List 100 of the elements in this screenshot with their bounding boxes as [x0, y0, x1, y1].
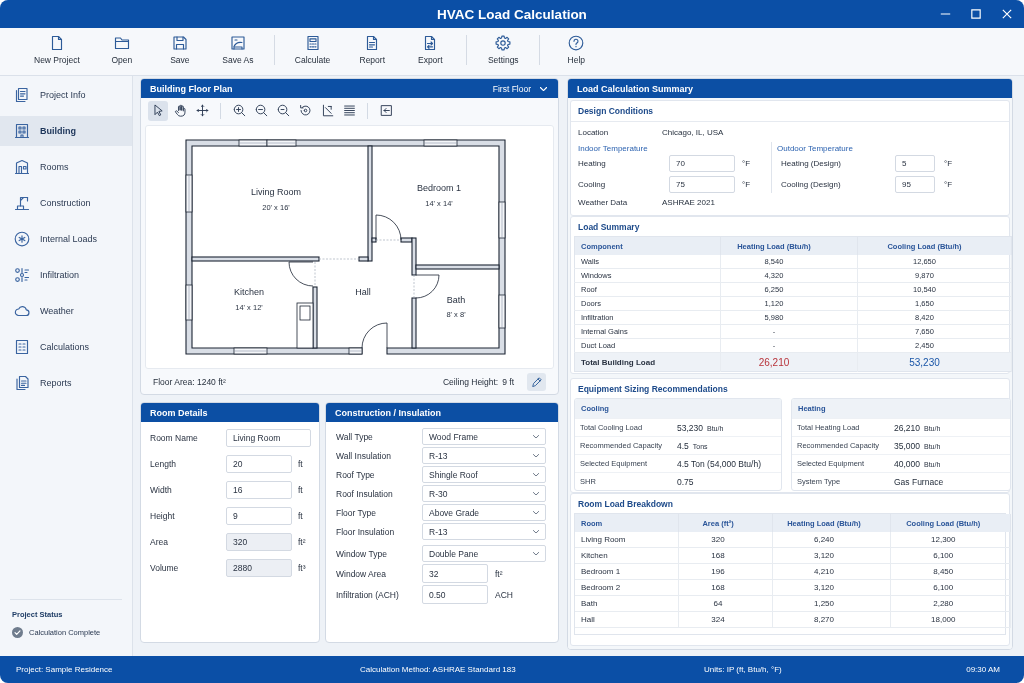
table-cell: 8,270	[772, 611, 890, 628]
chevron-icon	[533, 551, 539, 556]
dropdown[interactable]: Wood Frame	[422, 428, 546, 445]
check-circle-icon	[12, 627, 23, 638]
sidebar-item[interactable]: Weather	[0, 296, 132, 326]
input-field[interactable]: 0.50	[422, 585, 488, 604]
grid-list-icon	[14, 339, 30, 355]
table-cell: Hall	[575, 611, 678, 628]
unit-label: ft	[298, 511, 303, 521]
sidebar-item[interactable]: Internal Loads	[0, 224, 132, 254]
input-field[interactable]: 95	[895, 176, 935, 193]
table-cell: Bedroom 2	[575, 579, 678, 596]
toolbar-button[interactable]: Export	[408, 34, 453, 65]
input-field[interactable]: 20	[226, 455, 292, 473]
sidebar-item[interactable]: Calculations	[0, 332, 132, 362]
input-field[interactable]: 32	[422, 564, 488, 583]
unit-label: ft	[298, 459, 303, 469]
field-label: Floor Type	[336, 507, 377, 518]
group-title: Outdoor Temperature	[777, 142, 854, 154]
field-value: 4.5	[677, 440, 689, 451]
clock-text: 09:30 AM	[966, 665, 1000, 674]
dropdown[interactable]: Shingle Roof	[422, 466, 546, 483]
unit-label: ft³	[298, 563, 306, 573]
table-cell: 8,450	[890, 563, 1011, 580]
sidebar-item[interactable]: Project Info	[0, 80, 132, 110]
dropdown[interactable]: Above Grade	[422, 504, 546, 521]
field-value: 40,000	[894, 458, 920, 469]
zoom-out-icon	[276, 104, 290, 117]
input-field[interactable]: 16	[226, 481, 292, 499]
sidebar-item[interactable]: Rooms	[0, 152, 132, 182]
rotate-icon	[298, 104, 312, 117]
zoom-in-icon	[232, 104, 246, 117]
toolbar-button[interactable]: Save As	[215, 34, 260, 65]
dropdown[interactable]: R-13	[422, 447, 546, 464]
room-label: Bath	[446, 294, 466, 305]
help-icon	[568, 34, 585, 51]
ceiling-height-value: 9 ft	[502, 376, 514, 387]
field-label: Infiltration (ACH)	[336, 589, 400, 600]
table-cell: 4,210	[772, 563, 890, 580]
field-value: 26,210	[894, 422, 920, 433]
field-label: Floor Insulation	[336, 526, 396, 537]
input-field[interactable]: Living Room	[226, 429, 311, 447]
window-title: HVAC Load Calculation	[437, 6, 587, 22]
floor-dropdown[interactable]: First Floor	[490, 83, 549, 94]
sidebar-item[interactable]: Reports	[0, 368, 132, 398]
sidebar-item[interactable]: Building	[0, 116, 132, 146]
room-label: Living Room	[251, 186, 301, 197]
input-field[interactable]: 75	[669, 176, 735, 193]
edit-button[interactable]	[527, 372, 546, 391]
field-label: Location	[578, 127, 610, 137]
chevron-icon	[533, 453, 539, 458]
toolbar-button[interactable]: Open	[99, 34, 144, 65]
dropdown[interactable]: R-13	[422, 523, 546, 540]
ceiling-height-label: Ceiling Height:	[442, 376, 499, 387]
hand-icon	[173, 104, 187, 117]
field-value: Gas Furnace	[894, 476, 944, 487]
unit-label: ft²	[495, 568, 503, 579]
field-label: Roof Insulation	[336, 488, 394, 499]
toolbar-button[interactable]: Save	[157, 34, 202, 65]
dots-lines-icon	[14, 267, 30, 283]
field-label: Height	[150, 511, 176, 521]
toolbar-button[interactable]: Help	[554, 34, 599, 65]
toolbar-button[interactable]: Report	[350, 34, 395, 65]
sidebar-item[interactable]: Construction	[0, 188, 132, 218]
toolbar-button[interactable]: Settings	[481, 34, 526, 65]
field-value: ASHRAE 2021	[662, 197, 715, 207]
input-field[interactable]: 70	[669, 155, 735, 172]
field-label: Width	[150, 485, 173, 495]
tool-button[interactable]	[148, 100, 168, 121]
table-cell: 18,000	[890, 611, 1011, 628]
settings-icon	[495, 34, 512, 51]
room-label: Hall	[355, 286, 371, 297]
toolbar-button[interactable]: Calculate	[288, 34, 337, 65]
toolbar-button[interactable]: New Project	[28, 34, 86, 65]
house-icon	[14, 159, 30, 175]
dropdown[interactable]: Double Pane	[422, 545, 546, 562]
table-cell: Bedroom 1	[575, 563, 678, 580]
table-cell: 3,120	[772, 547, 890, 564]
field-label: Window Area	[336, 568, 388, 579]
table-cell: 6,240	[772, 532, 890, 548]
table-cell: Kitchen	[575, 547, 678, 564]
status-text: Calculation Method: ASHRAE Standard 183	[360, 665, 517, 674]
field-label: Roof Type	[336, 469, 376, 480]
asterisk-circle-icon	[14, 231, 30, 247]
move-icon	[195, 104, 209, 117]
field-value: 4.5 Ton (54,000 Btu/h)	[677, 458, 761, 469]
sidebar-item[interactable]: Infiltration	[0, 260, 132, 290]
folder-icon	[113, 34, 130, 51]
table-cell: 320	[678, 532, 772, 548]
chevron-icon	[533, 472, 539, 477]
input-field[interactable]: 5	[895, 155, 935, 172]
table-cell: Bath	[575, 595, 678, 612]
field-label: Length	[150, 459, 177, 469]
field-value: 0.75	[677, 476, 694, 487]
input-field[interactable]: 9	[226, 507, 292, 525]
dimension-icon	[320, 104, 334, 117]
chevron-icon	[533, 529, 539, 534]
close-icon	[1002, 9, 1012, 19]
documents-icon	[14, 375, 30, 391]
dropdown[interactable]: R-30	[422, 485, 546, 502]
